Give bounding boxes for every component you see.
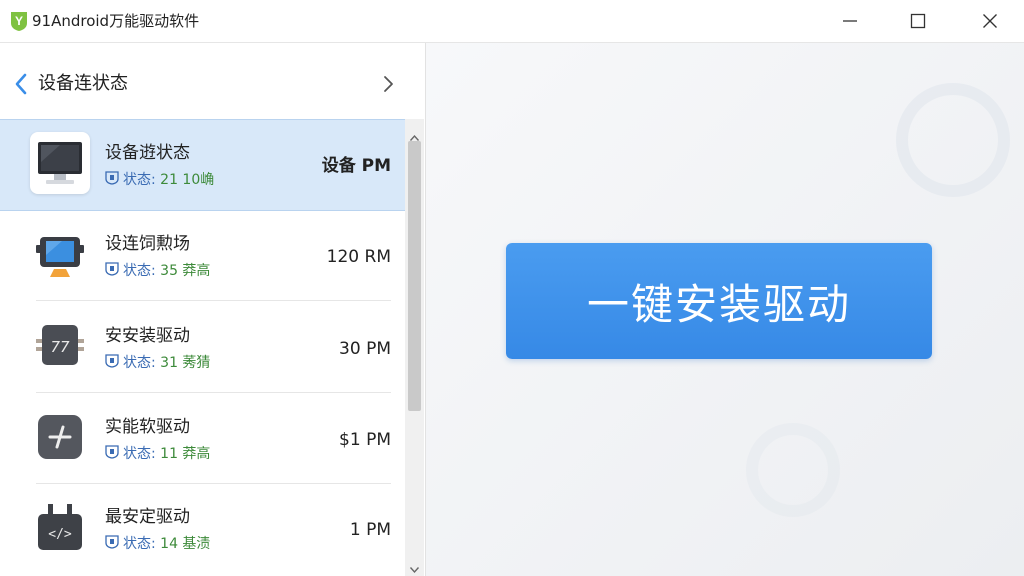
chip-77-icon: 77 xyxy=(30,315,90,377)
panel-header: 设备连状态 xyxy=(0,43,425,119)
list-item[interactable]: 实能软驱动 状态: 11 莽高 $1 PM xyxy=(0,394,405,484)
svg-text:Y: Y xyxy=(15,14,23,28)
monitor-icon xyxy=(30,132,90,194)
item-name: 实能软驱动 xyxy=(105,417,190,437)
driver-list: 设备逰状态 状态: 21 10崅 设备 PM 设连饲勲场 状态: 35 莽高 1… xyxy=(0,119,405,576)
shield-tag-icon xyxy=(105,170,119,190)
scroll-thumb[interactable] xyxy=(408,141,421,411)
one-click-install-button[interactable]: 一键安装驱动 xyxy=(506,243,932,359)
close-icon xyxy=(983,14,997,28)
list-item[interactable]: 设连饲勲场 状态: 35 莽高 120 RM xyxy=(0,211,405,301)
item-name: 设备逰状态 xyxy=(105,143,190,163)
maximize-button[interactable] xyxy=(888,0,948,42)
scroll-down-arrow-icon[interactable] xyxy=(409,559,420,576)
list-item[interactable]: </> 最安定驱动 状态: 14 基渍 1 PM xyxy=(0,484,405,574)
item-time: $1 PM xyxy=(339,430,391,450)
title-bar: Y 91Android万能驱动软件 xyxy=(0,0,1024,43)
window-title: 91Android万能驱动软件 xyxy=(32,12,200,30)
app-window: Y 91Android万能驱动软件 设备连状态 设备逰状态 状态: 21 10崅… xyxy=(0,0,1024,576)
maximize-icon xyxy=(910,13,926,29)
minimize-button[interactable] xyxy=(820,0,880,42)
main-area: 一键安装驱动 xyxy=(426,43,1024,576)
display-device-icon xyxy=(30,223,90,285)
device-list-panel: 设备连状态 设备逰状态 状态: 21 10崅 设备 PM 设连饲勲场 状态: 3… xyxy=(0,43,426,576)
panel-title: 设备连状态 xyxy=(38,73,128,94)
shield-tag-icon xyxy=(105,534,119,554)
item-time: 120 RM xyxy=(326,247,391,267)
shield-tag-icon xyxy=(105,353,119,373)
item-time: 1 PM xyxy=(349,520,391,540)
shield-tag-icon xyxy=(105,261,119,281)
item-time: 设备 PM xyxy=(321,156,391,176)
minimize-icon xyxy=(843,20,857,22)
svg-text:77: 77 xyxy=(50,338,70,356)
install-button-label: 一键安装驱动 xyxy=(586,279,851,329)
item-status: 状态: 21 10崅 xyxy=(105,170,214,190)
background-decoration xyxy=(896,83,1010,197)
divider xyxy=(36,392,391,393)
list-scrollbar[interactable] xyxy=(405,119,424,576)
item-status: 状态: 31 莠猜 xyxy=(105,353,210,373)
item-name: 安安装驱动 xyxy=(105,326,190,346)
chevron-right-icon[interactable] xyxy=(382,75,394,97)
close-button[interactable] xyxy=(960,0,1020,42)
item-name: 设连饲勲场 xyxy=(105,234,190,254)
back-chevron-icon[interactable] xyxy=(14,73,28,99)
item-status: 状态: 14 基渍 xyxy=(105,534,210,554)
item-status: 状态: 35 莽高 xyxy=(105,261,210,281)
background-decoration xyxy=(746,423,840,517)
item-time: 30 PM xyxy=(339,339,391,359)
list-item[interactable]: 设备逰状态 状态: 21 10崅 设备 PM xyxy=(0,119,405,211)
svg-text:</>: </> xyxy=(48,527,72,542)
code-plug-icon: </> xyxy=(30,496,90,558)
item-status: 状态: 11 莽高 xyxy=(105,444,210,464)
shield-tag-icon xyxy=(105,444,119,464)
slash-minus-icon xyxy=(30,406,90,468)
item-name: 最安定驱动 xyxy=(105,507,190,527)
divider xyxy=(36,300,391,301)
app-logo-icon: Y xyxy=(9,10,29,32)
list-item[interactable]: 77 安安装驱动 状态: 31 莠猜 30 PM xyxy=(0,303,405,393)
